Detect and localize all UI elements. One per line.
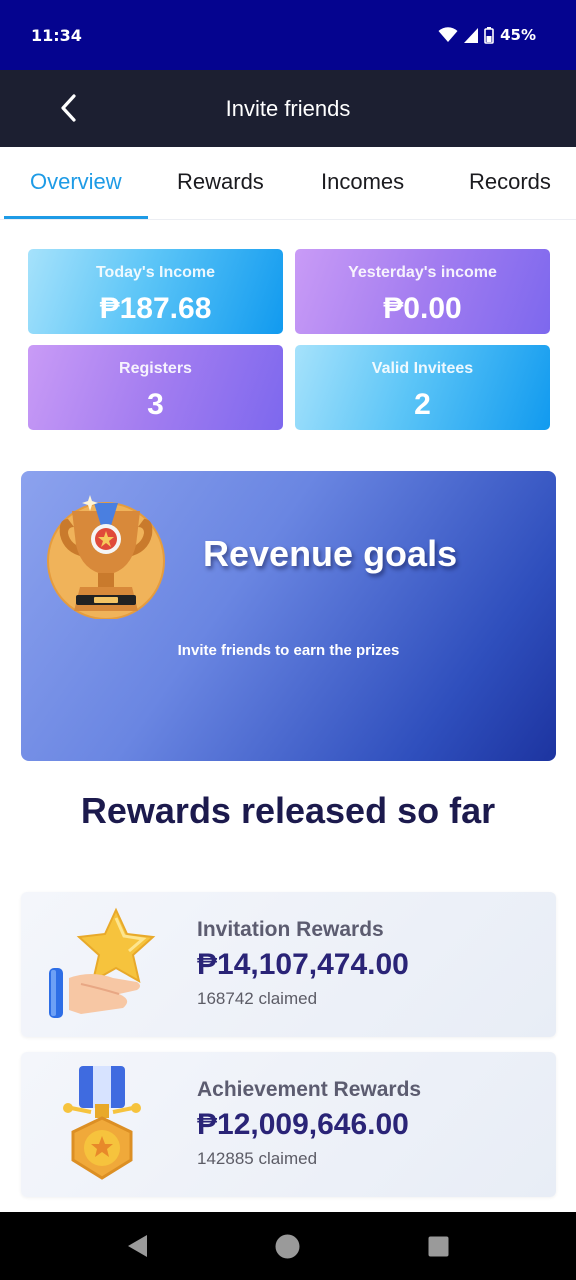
battery-percent: 45% (500, 26, 536, 44)
registers-card: Registers 3 (28, 345, 283, 430)
nav-home-icon[interactable] (275, 1234, 300, 1259)
system-nav-bar (0, 1212, 576, 1280)
yesterday-income-label: Yesterday's income (348, 264, 497, 281)
yesterday-income-value: ₱0.00 (383, 292, 462, 325)
trophy-icon (47, 495, 165, 619)
battery-icon (484, 26, 494, 44)
tab-overview[interactable]: Overview (30, 169, 122, 195)
achievement-rewards-label: Achievement Rewards (197, 1078, 422, 1101)
status-bar: 11:34 45% (0, 0, 576, 70)
signal-icon (464, 27, 479, 43)
today-income-label: Today's Income (95, 264, 216, 281)
wifi-icon (438, 27, 458, 42)
achievement-rewards-card: Achievement Rewards ₱12,009,646.00 14288… (21, 1052, 556, 1197)
status-icons: 45% (438, 26, 536, 44)
revenue-goals-title: Revenue goals (203, 533, 458, 574)
invitation-rewards-card: Invitation Rewards ₱14,107,474.00 168742… (21, 892, 556, 1037)
revenue-goals-subtitle: Invite friends to earn the prizes (177, 642, 400, 659)
invitation-rewards-claimed: 168742 claimed (197, 989, 318, 1008)
tab-records[interactable]: Records (469, 169, 551, 195)
today-income-value: ₱187.68 (99, 292, 212, 325)
star-hand-icon (49, 907, 156, 1018)
invitation-rewards-label: Invitation Rewards (197, 918, 384, 941)
status-time: 11:34 (31, 26, 82, 45)
achievement-rewards-claimed: 142885 claimed (197, 1149, 318, 1168)
invitation-rewards-amount: ₱14,107,474.00 (197, 948, 409, 981)
valid-invitees-value: 2 (414, 388, 431, 421)
registers-value: 3 (147, 388, 164, 421)
nav-back-icon[interactable] (126, 1234, 148, 1258)
rewards-released-title: Rewards released so far (80, 790, 496, 831)
valid-invitees-card: Valid Invitees 2 (295, 345, 550, 430)
achievement-rewards-amount: ₱12,009,646.00 (197, 1108, 409, 1141)
registers-label: Registers (119, 360, 192, 377)
revenue-goals-banner[interactable]: Revenue goals Invite friends to earn the… (21, 471, 556, 761)
yesterday-income-card: Yesterday's income ₱0.00 (295, 249, 550, 334)
tab-incomes[interactable]: Incomes (321, 169, 404, 195)
medal-icon (63, 1066, 141, 1180)
tab-rewards[interactable]: Rewards (177, 169, 264, 195)
app-bar: Invite friends (0, 70, 576, 147)
tab-indicator (4, 216, 148, 219)
page-title: Invite friends (225, 96, 351, 121)
valid-invitees-label: Valid Invitees (371, 360, 474, 377)
today-income-card: Today's Income ₱187.68 (28, 249, 283, 334)
nav-recents-icon[interactable] (428, 1236, 449, 1257)
tab-bar: Overview Rewards Incomes Records (0, 147, 576, 220)
